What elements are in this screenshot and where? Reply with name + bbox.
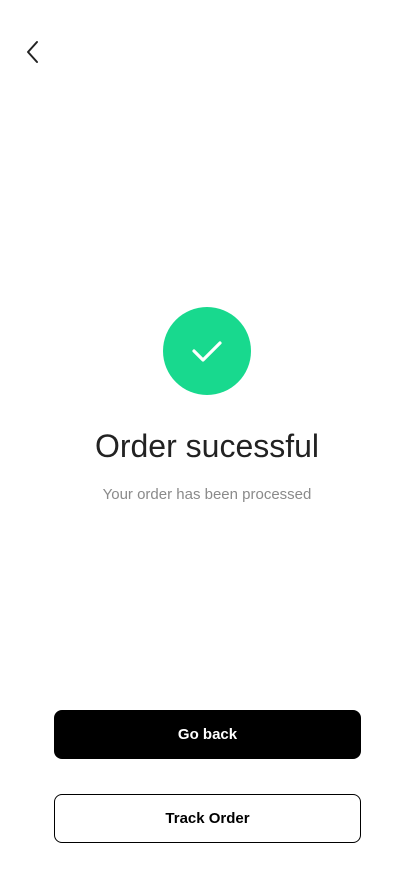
order-status-title: Order sucessful — [94, 428, 320, 464]
order-status-message: Your order has been processed — [102, 486, 312, 503]
success-badge — [163, 307, 251, 395]
checkmark-icon — [192, 341, 222, 362]
track-order-button[interactable]: Track Order — [54, 794, 361, 843]
back-button[interactable] — [18, 36, 48, 68]
chevron-left-icon — [27, 41, 38, 63]
go-back-button[interactable]: Go back — [54, 710, 361, 759]
